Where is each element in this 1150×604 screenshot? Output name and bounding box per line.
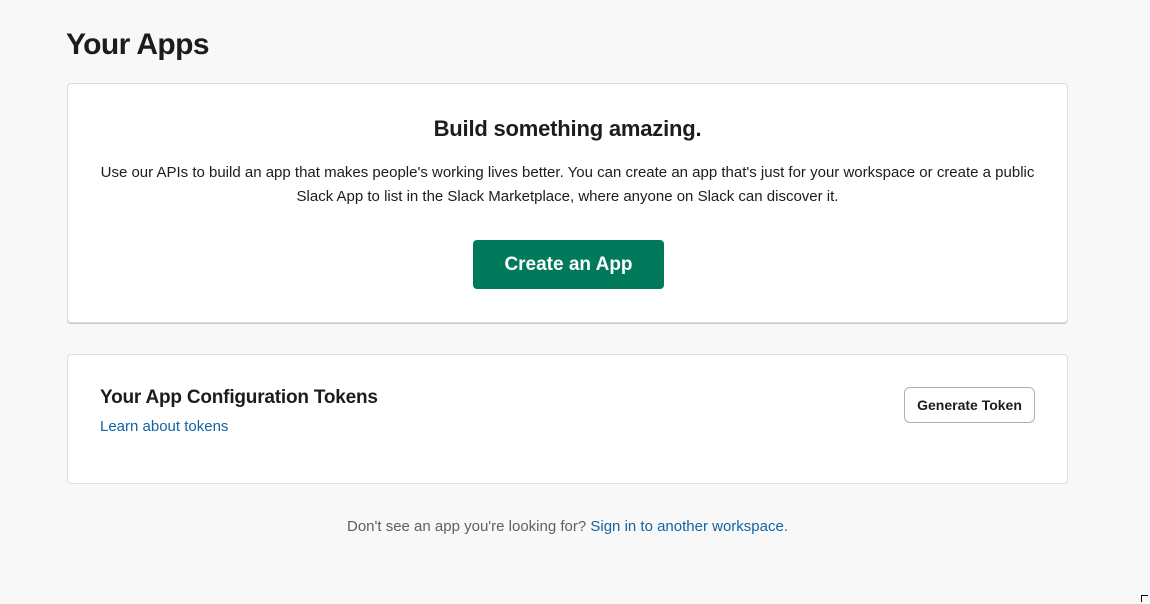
build-card-title: Build something amazing. [433, 116, 702, 141]
footer-prompt: Don't see an app you're looking for? [346, 518, 587, 535]
footer-note: Don't see an app you're looking for? Sig… [0, 518, 1135, 535]
config-tokens-title: Your App Configuration Tokens [100, 387, 378, 408]
page-title: Your Apps [66, 28, 210, 61]
learn-about-tokens-link[interactable]: Learn about tokens [100, 418, 228, 435]
page: Your Apps Build something amazing. Use o… [0, 0, 1150, 604]
config-tokens-card: Your App Configuration Tokens Learn abou… [67, 354, 1068, 484]
sign-in-another-workspace-link[interactable]: Sign in to another workspace [590, 518, 783, 535]
generate-token-button[interactable]: Generate Token [904, 387, 1035, 423]
create-app-button[interactable]: Create an App [473, 240, 664, 289]
footer-period: . [783, 518, 788, 535]
resize-grip-icon[interactable] [1141, 595, 1148, 602]
build-card-description: Use our APIs to build an app that makes … [100, 164, 1035, 205]
build-app-card: Build something amazing. Use our APIs to… [67, 83, 1068, 323]
